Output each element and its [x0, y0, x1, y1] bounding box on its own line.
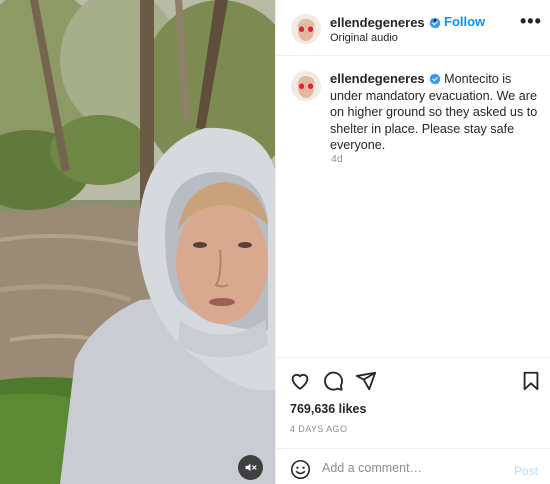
muted-speaker-icon — [245, 463, 257, 472]
paper-plane-icon[interactable] — [355, 370, 377, 392]
caption-timestamp[interactable]: 4d — [331, 153, 343, 165]
heart-icon[interactable] — [289, 370, 311, 392]
post-video[interactable] — [0, 0, 275, 484]
profile-picture — [291, 71, 321, 101]
caption-username[interactable]: ellendegeneres — [330, 71, 425, 86]
comment-bubble-icon[interactable] — [322, 370, 344, 392]
profile-picture — [291, 14, 321, 44]
caption-text: ellendegeneres Montecito is under mandat… — [330, 71, 544, 154]
post-comment-button[interactable]: Post — [514, 464, 538, 478]
verified-badge-icon — [429, 73, 441, 85]
audio-link[interactable]: Original audio — [330, 32, 398, 44]
username-link[interactable]: ellendegeneres — [330, 15, 425, 30]
avatar[interactable] — [291, 14, 321, 44]
video-frame — [0, 0, 275, 484]
comment-bar: Post — [276, 448, 550, 484]
caption-avatar[interactable] — [291, 71, 321, 101]
more-options-icon[interactable]: ••• — [520, 12, 542, 30]
smiley-icon[interactable] — [290, 459, 311, 480]
action-bar — [276, 357, 550, 403]
separator-dot: • — [433, 15, 437, 27]
bookmark-icon[interactable] — [520, 370, 542, 392]
post-date: 4 DAYS AGO — [290, 424, 348, 434]
likes-count[interactable]: 769,636 likes — [290, 402, 366, 416]
post-sidebar: ellendegeneres • Follow Original audio •… — [275, 0, 550, 484]
follow-button[interactable]: Follow — [444, 14, 485, 29]
mute-toggle-button[interactable] — [238, 455, 263, 480]
comment-input[interactable] — [322, 457, 502, 479]
post-header: ellendegeneres • Follow Original audio •… — [276, 0, 550, 56]
